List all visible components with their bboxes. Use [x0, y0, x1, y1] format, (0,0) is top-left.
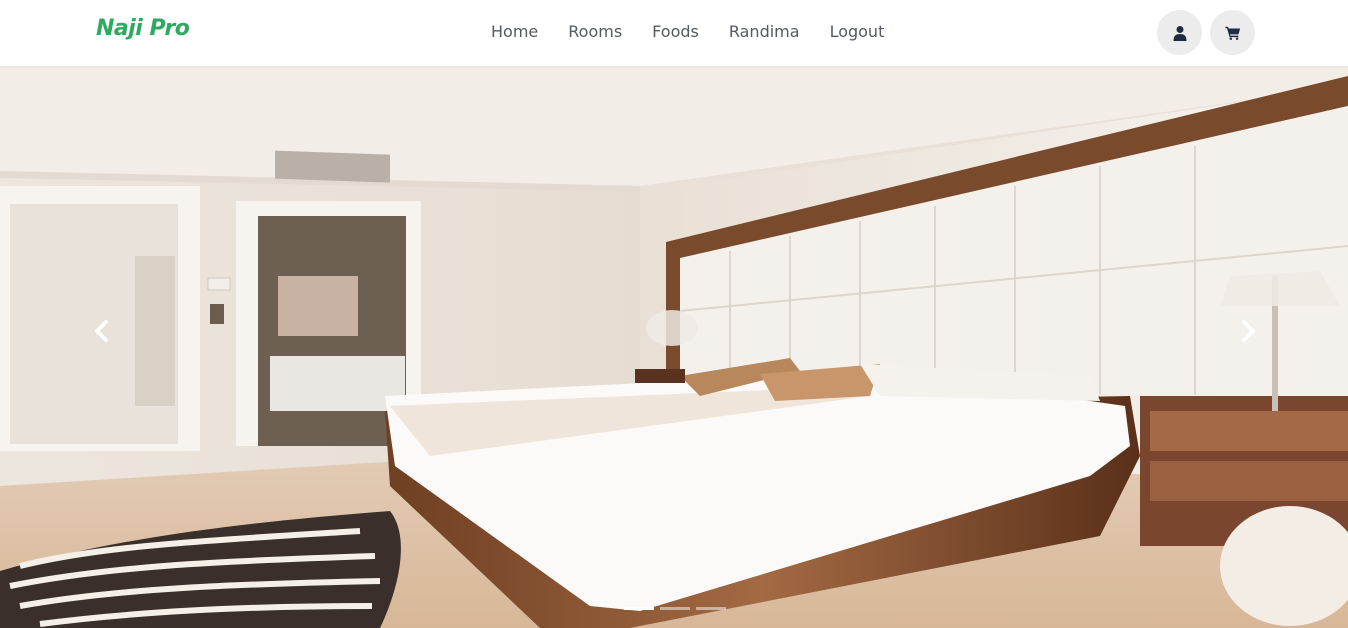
user-account-button[interactable] [1157, 10, 1202, 55]
nav-item-randima[interactable]: Randima [729, 20, 800, 44]
carousel-indicator-2[interactable] [660, 607, 690, 610]
shopping-cart-icon [1224, 26, 1240, 40]
nav-item-rooms[interactable]: Rooms [568, 20, 622, 44]
carousel-prev-button[interactable] [82, 316, 122, 346]
carousel-next-button[interactable] [1228, 316, 1268, 346]
user-icon [1173, 25, 1186, 41]
carousel-indicators [624, 607, 726, 610]
slide-image [0, 66, 1348, 628]
navbar: Naji Pro Home Rooms Foods Randima Logout [0, 0, 1348, 66]
nav-item-home[interactable]: Home [491, 20, 538, 44]
hero-carousel [0, 66, 1348, 628]
main-nav: Home Rooms Foods Randima Logout [491, 20, 884, 44]
cart-button[interactable] [1210, 10, 1255, 55]
carousel-indicator-1[interactable] [624, 607, 654, 610]
brand-logo[interactable]: Naji Pro [96, 16, 190, 41]
carousel-indicator-3[interactable] [696, 607, 726, 610]
chevron-left-icon [95, 320, 108, 342]
nav-item-foods[interactable]: Foods [652, 20, 699, 44]
nav-item-logout[interactable]: Logout [830, 20, 885, 44]
chevron-right-icon [1242, 320, 1255, 342]
